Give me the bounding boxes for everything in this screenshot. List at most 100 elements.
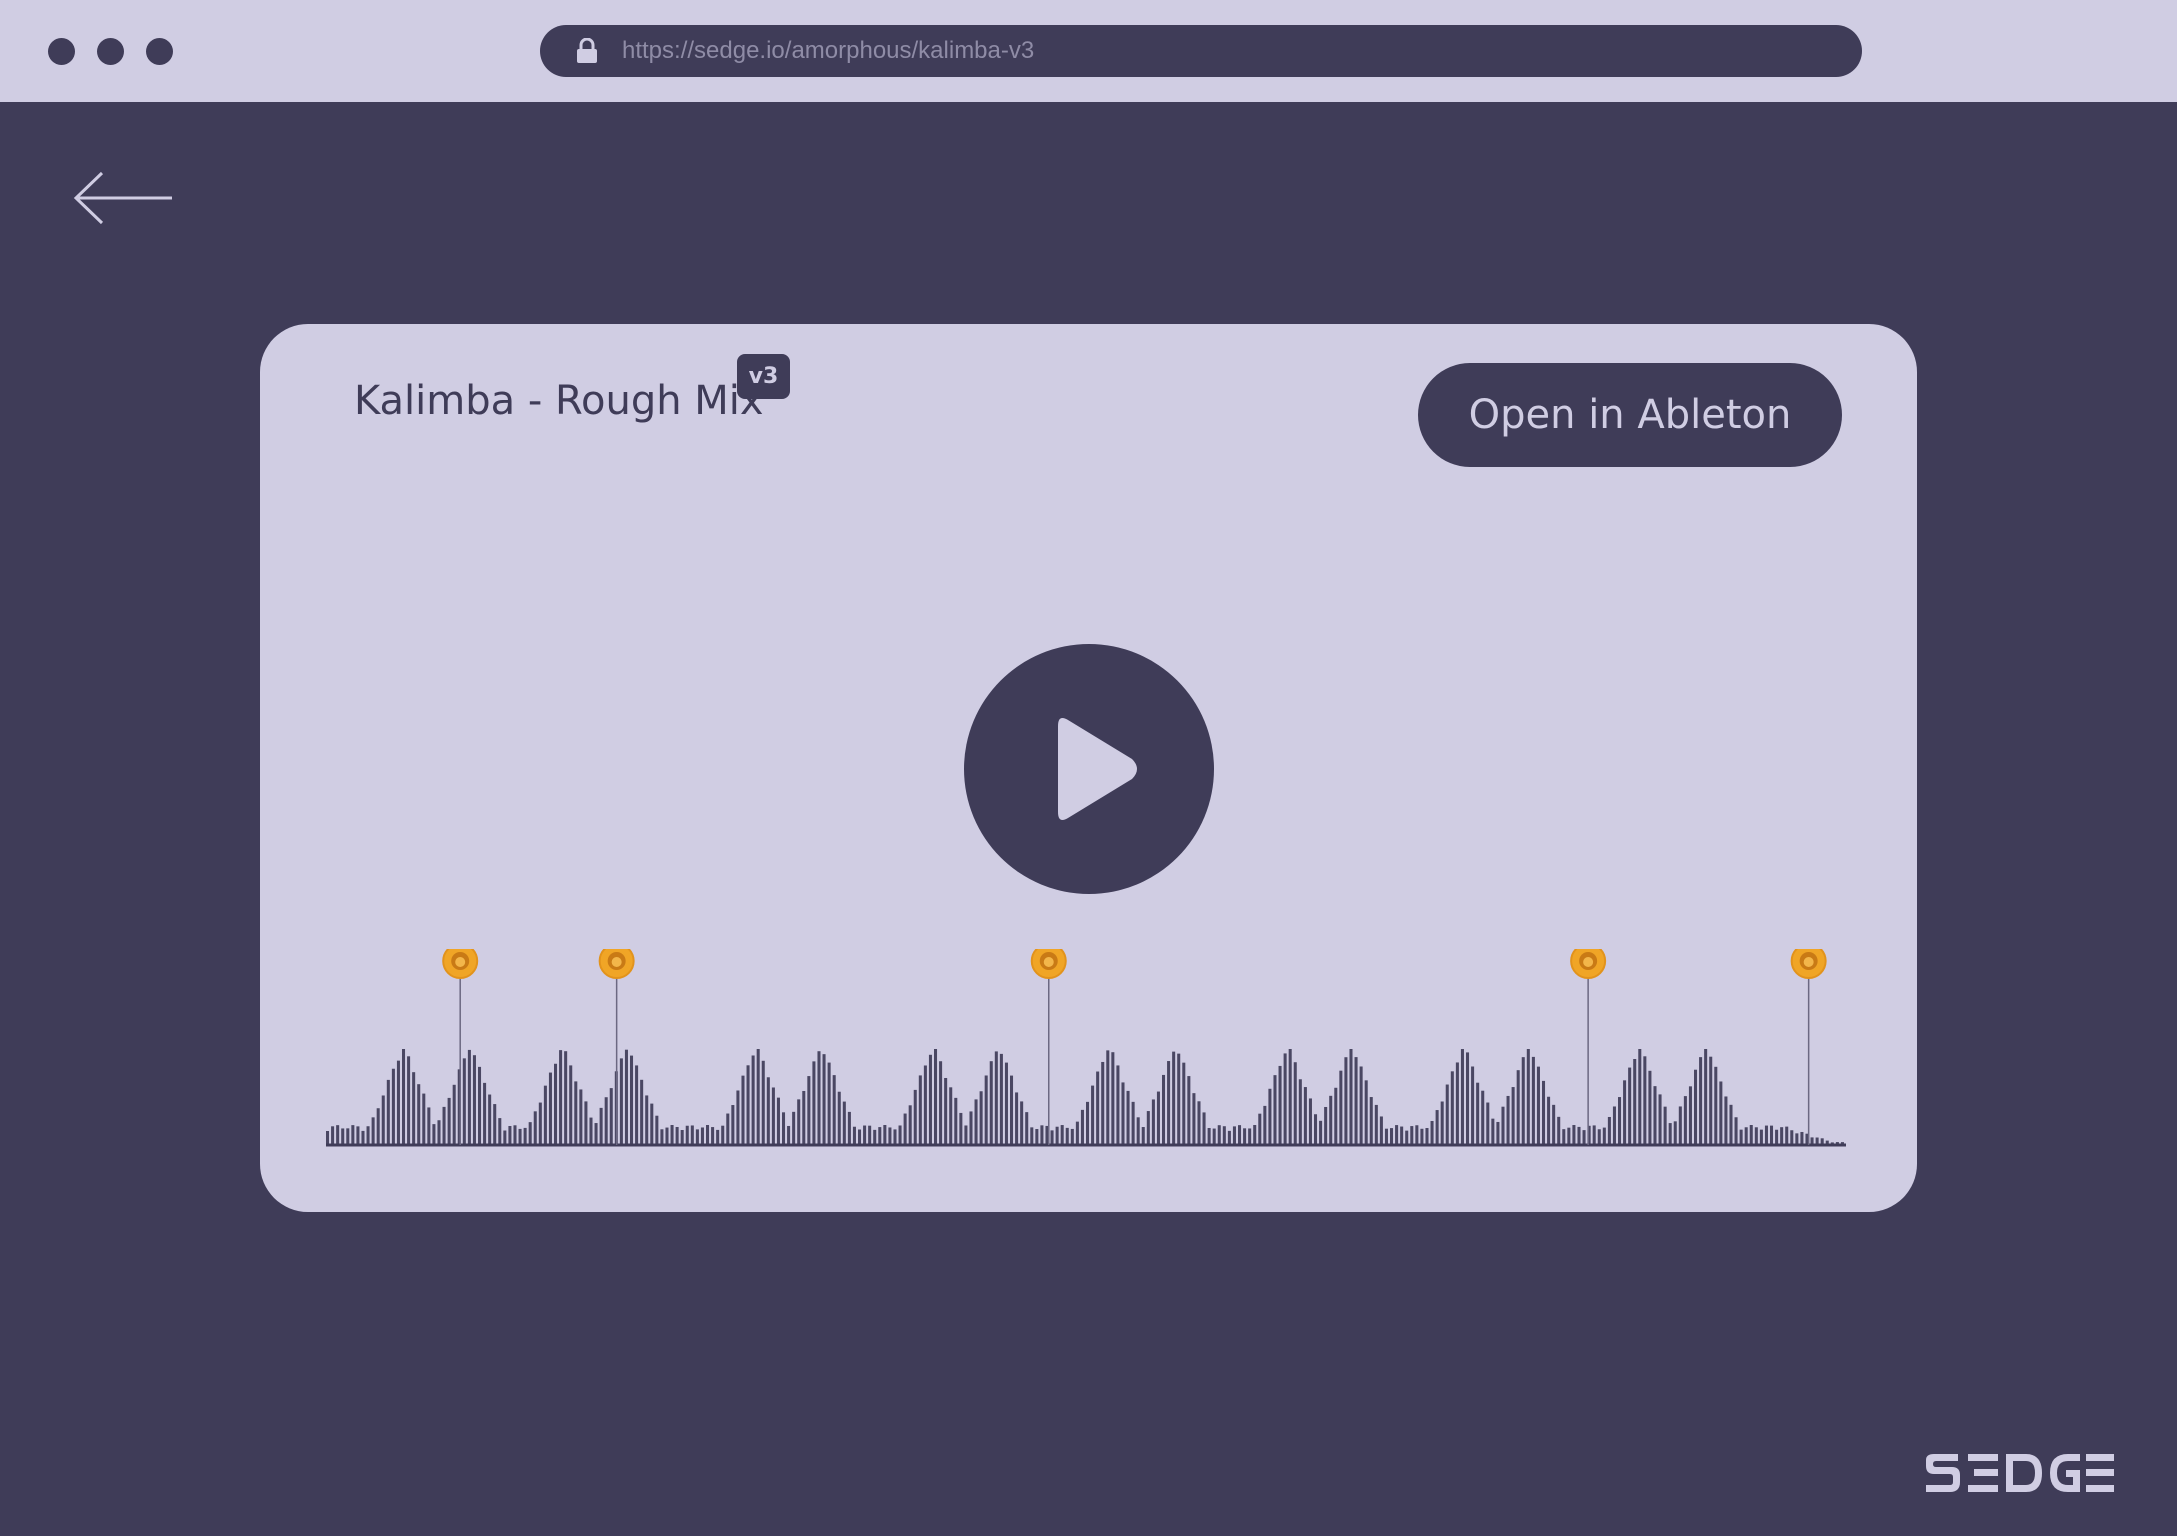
- waveform-bar: [868, 1125, 872, 1145]
- waveform-bar: [1334, 1087, 1338, 1145]
- waveform-bar: [1010, 1075, 1014, 1145]
- waveform-bar: [1243, 1128, 1247, 1145]
- waveform-bar: [1141, 1127, 1145, 1145]
- waveform-bar: [939, 1061, 943, 1145]
- waveform-bar: [523, 1127, 527, 1145]
- waveform-bar: [1450, 1071, 1454, 1145]
- waveform-bar: [635, 1065, 639, 1145]
- waveform-bar: [1405, 1130, 1409, 1145]
- waveform-bar: [381, 1095, 385, 1145]
- waveform[interactable]: [326, 949, 1846, 1154]
- waveform-bar: [579, 1089, 583, 1145]
- waveform-bar: [685, 1125, 689, 1145]
- waveform-bar: [1790, 1130, 1794, 1145]
- waveform-bar: [736, 1090, 740, 1145]
- play-button[interactable]: [964, 644, 1214, 894]
- waveform-bar: [1572, 1125, 1576, 1145]
- comment-marker[interactable]: [1030, 949, 1067, 1145]
- track-title: Kalimba - Rough Mix: [354, 378, 764, 424]
- waveform-bar: [1440, 1101, 1444, 1145]
- waveform-bar: [1065, 1127, 1069, 1145]
- open-in-ableton-button[interactable]: Open in Ableton: [1418, 363, 1842, 467]
- waveform-bar: [1688, 1086, 1692, 1145]
- lock-icon: [577, 38, 597, 63]
- comment-marker[interactable]: [1570, 949, 1607, 1145]
- waveform-bar: [1364, 1080, 1368, 1145]
- address-bar[interactable]: https://sedge.io/amorphous/kalimba-v3: [540, 25, 1862, 77]
- waveform-bar: [1369, 1097, 1373, 1145]
- waveform-bar: [1379, 1116, 1383, 1145]
- waveform-bar: [1770, 1125, 1774, 1145]
- waveform-bar: [1775, 1129, 1779, 1145]
- waveform-bar: [1694, 1069, 1698, 1145]
- waveform-bar: [842, 1101, 846, 1145]
- waveform-bar: [1536, 1066, 1540, 1145]
- waveform-bar: [1557, 1116, 1561, 1145]
- waveform-bar: [1496, 1121, 1500, 1145]
- waveform-bar: [1460, 1049, 1464, 1145]
- waveform-bar: [787, 1125, 791, 1145]
- waveform-bar: [1673, 1121, 1677, 1145]
- waveform-bar: [1643, 1056, 1647, 1145]
- waveform-bar: [660, 1129, 664, 1145]
- waveform-bar: [1020, 1101, 1024, 1145]
- waveform-bar: [1202, 1112, 1206, 1145]
- waveform-bar: [670, 1125, 674, 1145]
- waveform-bar: [766, 1077, 770, 1145]
- waveform-bar: [331, 1126, 335, 1145]
- back-arrow-icon[interactable]: [70, 168, 180, 228]
- window-minimize-dot[interactable]: [97, 38, 124, 65]
- waveform-bar: [427, 1107, 431, 1145]
- waveform-bar: [999, 1053, 1003, 1145]
- waveform-bar: [1227, 1130, 1231, 1145]
- waveform-bar: [1030, 1127, 1034, 1145]
- waveform-bar: [1075, 1121, 1079, 1145]
- waveform-bar: [1714, 1066, 1718, 1145]
- waveform-bar: [1374, 1104, 1378, 1145]
- waveform-bar: [391, 1068, 395, 1145]
- waveform-bar: [356, 1126, 360, 1145]
- waveform-bar: [716, 1129, 720, 1145]
- waveform-bar: [574, 1081, 578, 1145]
- waveform-bar: [858, 1129, 862, 1145]
- waveform-bar: [1633, 1059, 1637, 1145]
- waveform-bar: [1278, 1065, 1282, 1145]
- waveform-bar: [1136, 1117, 1140, 1145]
- waveform-bar: [655, 1115, 659, 1145]
- waveform-bar: [513, 1125, 517, 1145]
- waveform-bar: [1780, 1127, 1784, 1145]
- url-text: https://sedge.io/amorphous/kalimba-v3: [622, 37, 1035, 64]
- waveform-bar: [1258, 1113, 1262, 1145]
- waveform-bar: [1101, 1061, 1105, 1145]
- waveform-bar: [711, 1127, 715, 1145]
- waveform-bar: [863, 1125, 867, 1145]
- waveform-bar: [624, 1049, 628, 1145]
- waveform-bar: [665, 1127, 669, 1145]
- waveform-bar: [1420, 1128, 1424, 1145]
- waveform-bar: [548, 1072, 552, 1145]
- waveform-bar: [1080, 1109, 1084, 1145]
- waveform-bar: [1734, 1117, 1738, 1145]
- waveform-bar: [1146, 1111, 1150, 1145]
- waveform-bar: [1759, 1129, 1763, 1145]
- waveform-bar: [1177, 1053, 1181, 1145]
- waveform-bar: [1116, 1065, 1120, 1145]
- waveform-bar: [1040, 1125, 1044, 1145]
- waveform-bar: [761, 1060, 765, 1145]
- waveform-bar: [361, 1130, 365, 1145]
- waveform-bar: [351, 1125, 355, 1145]
- waveform-bar: [1547, 1096, 1551, 1145]
- window-close-dot[interactable]: [48, 38, 75, 65]
- waveform-bar: [503, 1130, 507, 1145]
- waveform-bar: [1435, 1110, 1439, 1145]
- waveform-bar: [700, 1127, 704, 1145]
- comment-marker[interactable]: [1790, 949, 1827, 1145]
- waveform-bar: [1187, 1076, 1191, 1145]
- waveform-bar: [822, 1054, 826, 1145]
- waveform-bar: [594, 1123, 598, 1145]
- waveform-bar: [1070, 1128, 1074, 1145]
- waveform-bar: [1592, 1125, 1596, 1145]
- waveform-bar: [706, 1125, 710, 1145]
- window-maximize-dot[interactable]: [146, 38, 173, 65]
- waveform-bar: [1668, 1123, 1672, 1145]
